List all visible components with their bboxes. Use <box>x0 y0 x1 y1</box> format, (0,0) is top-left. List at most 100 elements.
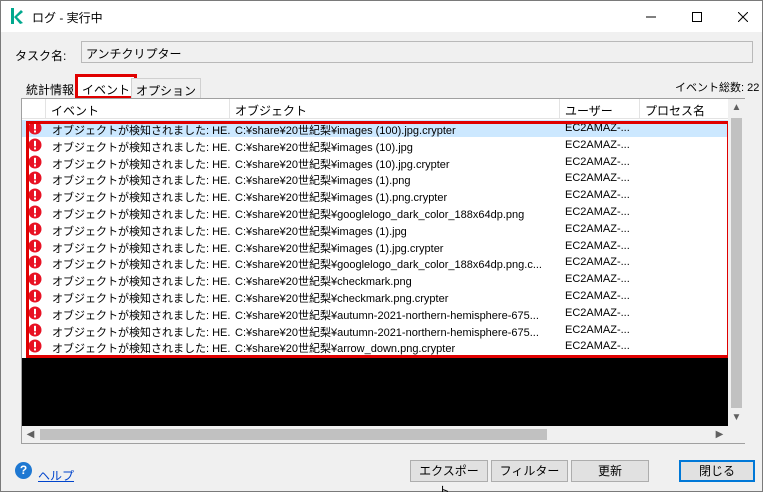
alert-circle-icon <box>28 289 42 303</box>
table-row[interactable]: オブジェクトが検知されました: HE... C:¥share¥20世紀梨¥autu… <box>22 322 728 339</box>
row-user: EC2AMAZ-... <box>565 189 630 202</box>
row-object: C:¥share¥20世紀梨¥images (10).jpg <box>235 141 413 154</box>
row-event: オブジェクトが検知されました: HE... <box>52 208 230 221</box>
minimize-icon <box>646 16 656 17</box>
tab-options[interactable]: オプション <box>131 78 202 98</box>
row-user: EC2AMAZ-... <box>565 172 630 185</box>
row-object: C:¥share¥20世紀梨¥checkmark.png.crypter <box>235 292 449 305</box>
app-logo-icon <box>11 8 23 24</box>
tab-statistics[interactable]: 統計情報 <box>22 78 79 98</box>
scroll-right-icon[interactable]: ▶ <box>711 426 728 443</box>
refresh-button[interactable]: 更新 <box>571 460 649 482</box>
row-user: EC2AMAZ-... <box>565 289 630 302</box>
row-object: C:¥share¥20世紀梨¥checkmark.png <box>235 276 412 289</box>
alert-circle-icon <box>28 138 42 152</box>
column-header-process[interactable]: プロセス名 <box>640 99 728 119</box>
table-row[interactable]: オブジェクトが検知されました: HE... C:¥share¥20世紀梨¥chec… <box>22 271 728 288</box>
close-window-button[interactable] <box>720 1 763 32</box>
column-header-icon[interactable] <box>22 99 46 119</box>
row-user: EC2AMAZ-... <box>565 340 630 353</box>
row-event: オブジェクトが検知されました: HE... <box>52 141 230 154</box>
vertical-scroll-thumb[interactable] <box>731 118 742 408</box>
row-object: C:¥share¥20世紀梨¥googlelogo_dark_color_188… <box>235 208 525 221</box>
alert-circle-icon <box>28 222 42 236</box>
alert-circle-icon <box>28 171 42 185</box>
column-header-user[interactable]: ユーザー <box>560 99 640 119</box>
row-object: C:¥share¥20世紀梨¥googlelogo_dark_color_188… <box>235 259 542 272</box>
row-user: EC2AMAZ-... <box>565 122 630 134</box>
table-row[interactable]: オブジェクトが検知されました: HE... C:¥share¥20世紀梨¥imag… <box>22 170 728 187</box>
column-header-event[interactable]: イベント <box>46 99 230 119</box>
row-event: オブジェクトが検知されました: HE... <box>52 343 230 356</box>
vertical-scrollbar[interactable]: ▲ ▼ <box>728 99 745 426</box>
scroll-up-icon[interactable]: ▲ <box>728 99 745 116</box>
row-user: EC2AMAZ-... <box>565 256 630 269</box>
row-user: EC2AMAZ-... <box>565 155 630 168</box>
row-object: C:¥share¥20世紀梨¥images (1).png.crypter <box>235 192 448 205</box>
table-row[interactable]: オブジェクトが検知されました: HE... C:¥share¥20世紀梨¥autu… <box>22 305 728 322</box>
event-total-count: イベント総数: 22 <box>675 82 760 94</box>
row-user: EC2AMAZ-... <box>565 323 630 336</box>
table-row[interactable]: オブジェクトが検知されました: HE... C:¥share¥20世紀梨¥imag… <box>22 238 728 255</box>
scroll-down-icon[interactable]: ▼ <box>728 409 745 426</box>
row-event: オブジェクトが検知されました: HE... <box>52 259 230 272</box>
table-row[interactable]: オブジェクトが検知されました: HE... C:¥share¥20世紀梨¥imag… <box>22 221 728 238</box>
table-row[interactable]: オブジェクトが検知されました: HE... C:¥share¥20世紀梨¥arro… <box>22 338 728 355</box>
row-object: C:¥share¥20世紀梨¥autumn-2021-northern-hemi… <box>235 326 539 339</box>
alert-circle-icon <box>28 121 42 135</box>
row-object: C:¥share¥20世紀梨¥autumn-2021-northern-hemi… <box>235 309 539 322</box>
help-icon[interactable]: ? <box>15 462 32 479</box>
row-object: C:¥share¥20世紀梨¥images (1).jpg.crypter <box>235 242 444 255</box>
window-title: ログ - 実行中 <box>32 11 103 25</box>
row-user: EC2AMAZ-... <box>565 138 630 151</box>
table-row[interactable]: オブジェクトが検知されました: HE... C:¥share¥20世紀梨¥goog… <box>22 254 728 271</box>
maximize-icon <box>692 11 702 22</box>
horizontal-scroll-thumb[interactable] <box>40 429 547 440</box>
row-event: オブジェクトが検知されました: HE... <box>52 175 230 188</box>
alert-circle-icon <box>28 205 42 219</box>
table-row[interactable]: オブジェクトが検知されました: HE... C:¥share¥20世紀梨¥imag… <box>22 187 728 204</box>
redacted-area <box>22 358 728 426</box>
alert-circle-icon <box>28 155 42 169</box>
minimize-button[interactable] <box>628 1 674 32</box>
close-button[interactable]: 閉じる <box>679 460 755 482</box>
row-object: C:¥share¥20世紀梨¥images (100).jpg.crypter <box>235 125 456 137</box>
column-header-object[interactable]: オブジェクト <box>230 99 560 119</box>
task-name-field: アンチクリプター <box>81 41 753 63</box>
export-button[interactable]: エクスポート... <box>410 460 488 492</box>
alert-circle-icon <box>28 323 42 337</box>
close-icon <box>738 11 748 22</box>
alert-circle-icon <box>28 255 42 269</box>
row-object: C:¥share¥20世紀梨¥images (10).jpg.crypter <box>235 158 450 171</box>
row-event: オブジェクトが検知されました: HE... <box>52 326 230 339</box>
scroll-left-icon[interactable]: ◀ <box>22 426 39 443</box>
row-user: EC2AMAZ-... <box>565 273 630 286</box>
row-object: C:¥share¥20世紀梨¥arrow_down.png.crypter <box>235 343 456 356</box>
row-event: オブジェクトが検知されました: HE... <box>52 242 230 255</box>
filter-button[interactable]: フィルター <box>491 460 568 482</box>
scroll-corner <box>728 426 745 443</box>
row-user: EC2AMAZ-... <box>565 306 630 319</box>
table-row[interactable]: オブジェクトが検知されました: HE... C:¥share¥20世紀梨¥imag… <box>22 137 728 154</box>
row-event: オブジェクトが検知されました: HE... <box>52 125 230 137</box>
row-event: オブジェクトが検知されました: HE... <box>52 192 230 205</box>
event-list-panel: イベント オブジェクト ユーザー プロセス名 オブジェクトが検知されました: H… <box>21 98 745 444</box>
table-row[interactable]: オブジェクトが検知されました: HE... C:¥share¥20世紀梨¥chec… <box>22 288 728 305</box>
task-name-label: タスク名: <box>15 49 67 63</box>
row-user: EC2AMAZ-... <box>565 205 630 218</box>
alert-circle-icon <box>28 272 42 286</box>
title-bar: ログ - 実行中 <box>1 1 762 32</box>
table-row[interactable]: オブジェクトが検知されました: HE... C:¥share¥20世紀梨¥imag… <box>22 154 728 171</box>
tab-events[interactable]: イベント <box>75 74 138 99</box>
row-event: オブジェクトが検知されました: HE... <box>52 225 230 238</box>
row-user: EC2AMAZ-... <box>565 239 630 252</box>
help-link[interactable]: ヘルプ <box>38 467 74 484</box>
table-row[interactable]: オブジェクトが検知されました: HE... C:¥share¥20世紀梨¥imag… <box>22 120 728 137</box>
row-user: EC2AMAZ-... <box>565 222 630 235</box>
maximize-button[interactable] <box>674 1 720 32</box>
row-event: オブジェクトが検知されました: HE... <box>52 276 230 289</box>
horizontal-scrollbar[interactable]: ◀ ▶ <box>22 426 728 443</box>
row-event: オブジェクトが検知されました: HE... <box>52 158 230 171</box>
table-row[interactable]: オブジェクトが検知されました: HE... C:¥share¥20世紀梨¥goog… <box>22 204 728 221</box>
alert-circle-icon <box>28 306 42 320</box>
